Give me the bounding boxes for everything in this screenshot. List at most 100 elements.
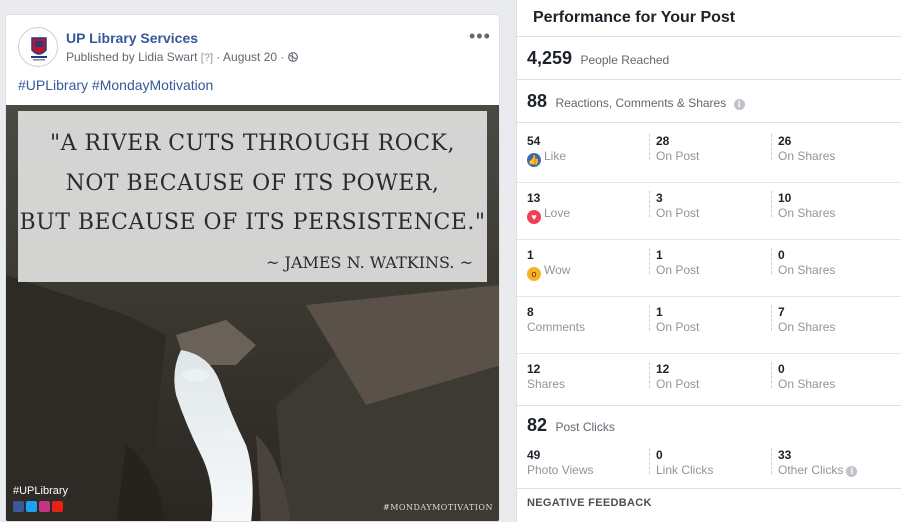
comments-on-shares-value: 7 bbox=[778, 305, 785, 319]
panel-title: Performance for Your Post bbox=[533, 9, 736, 26]
image-watermark: #MONDAYMOTIVATION bbox=[383, 503, 493, 512]
reaction-row-love: 13 ♥ Love 3 On Post 10 On Shares bbox=[517, 183, 901, 240]
twitter-icon bbox=[26, 501, 37, 512]
comments-label: Comments bbox=[527, 320, 586, 334]
comments-count: 8 bbox=[527, 305, 534, 319]
wow-total: 1 o Wow bbox=[527, 248, 570, 281]
like-label: Like bbox=[544, 149, 567, 163]
other-clicks: 33 Other Clicks i bbox=[771, 448, 858, 477]
wow-on-shares-value: 0 bbox=[778, 248, 785, 262]
people-reached-label: People Reached bbox=[580, 53, 670, 67]
crest-icon bbox=[31, 37, 47, 61]
info-icon[interactable]: i bbox=[733, 99, 745, 110]
image-hashtag: #UPLibrary bbox=[13, 485, 69, 497]
page-avatar[interactable] bbox=[18, 27, 58, 67]
performance-panel: Performance for Your Post 4,259 People R… bbox=[516, 0, 901, 522]
post-card: UP Library Services Published by Lidia S… bbox=[5, 14, 500, 522]
post-hashtags[interactable]: #UPLibrary #MondayMotivation bbox=[18, 77, 213, 93]
on-shares-label: On Shares bbox=[778, 149, 836, 163]
quote-attribution: ~ JAMES N. WATKINS. ~ bbox=[266, 253, 473, 272]
post-clicks-label: Post Clicks bbox=[555, 420, 615, 434]
link-clicks-value: 0 bbox=[656, 448, 663, 462]
love-on-shares: 10 On Shares bbox=[771, 191, 835, 220]
post-clicks-value: 82 bbox=[527, 415, 548, 435]
engagement-total: 88 Reactions, Comments & Shares i bbox=[527, 91, 745, 112]
clicks-breakdown-row: 49 Photo Views 0 Link Clicks 33 Other Cl… bbox=[517, 440, 901, 488]
love-on-post: 3 On Post bbox=[649, 191, 699, 220]
other-clicks-label: Other Clicks bbox=[778, 463, 844, 477]
like-on-shares-value: 26 bbox=[778, 134, 792, 148]
love-label: Love bbox=[544, 206, 571, 220]
meta-separator: · bbox=[216, 50, 221, 64]
divider bbox=[517, 405, 901, 406]
engagement-label: Reactions, Comments & Shares bbox=[555, 96, 727, 110]
page-name-link[interactable]: UP Library Services bbox=[66, 30, 198, 46]
social-icons bbox=[13, 501, 63, 512]
post-date[interactable]: August 20 bbox=[223, 50, 277, 64]
post-meta: Published by Lidia Swart [?] · August 20… bbox=[66, 50, 298, 64]
photo-views-label: Photo Views bbox=[527, 463, 594, 477]
love-count: 13 bbox=[527, 191, 541, 205]
meta-separator: · bbox=[280, 50, 285, 64]
love-total: 13 ♥ Love bbox=[527, 191, 570, 224]
comments-on-shares: 7 On Shares bbox=[771, 305, 835, 334]
people-reached-value: 4,259 bbox=[527, 48, 573, 68]
more-options-icon[interactable]: ••• bbox=[469, 27, 490, 45]
comments-on-post-value: 1 bbox=[656, 305, 663, 319]
wow-count: 1 bbox=[527, 248, 534, 262]
like-on-shares: 26 On Shares bbox=[771, 134, 835, 163]
like-total: 54 👍 Like bbox=[527, 134, 566, 167]
divider bbox=[517, 122, 901, 123]
post-header: UP Library Services Published by Lidia S… bbox=[18, 25, 490, 69]
like-count: 54 bbox=[527, 134, 541, 148]
shares-label: Shares bbox=[527, 377, 566, 391]
negative-feedback-heading: NEGATIVE FEEDBACK bbox=[527, 497, 652, 509]
shares-count: 12 bbox=[527, 362, 541, 376]
info-icon[interactable]: i bbox=[846, 466, 858, 477]
divider bbox=[517, 488, 901, 489]
shares-on-post: 12 On Post bbox=[649, 362, 699, 391]
on-post-label: On Post bbox=[656, 206, 700, 220]
other-clicks-value: 33 bbox=[778, 448, 792, 462]
love-on-post-value: 3 bbox=[656, 191, 663, 205]
love-icon: ♥ bbox=[527, 210, 541, 224]
engagement-value: 88 bbox=[527, 91, 548, 111]
like-on-post: 28 On Post bbox=[649, 134, 699, 163]
on-post-label: On Post bbox=[656, 320, 700, 334]
link-clicks: 0 Link Clicks bbox=[649, 448, 713, 477]
on-shares-label: On Shares bbox=[778, 206, 836, 220]
post-clicks: 82 Post Clicks bbox=[527, 415, 615, 436]
instagram-icon bbox=[39, 501, 50, 512]
shares-row: 12 Shares 12 On Post 0 On Shares bbox=[517, 354, 901, 406]
facebook-icon bbox=[13, 501, 24, 512]
on-post-label: On Post bbox=[656, 263, 700, 277]
reaction-row-like: 54 👍 Like 28 On Post 26 On Shares bbox=[517, 126, 901, 183]
on-shares-label: On Shares bbox=[778, 377, 836, 391]
on-shares-label: On Shares bbox=[778, 263, 836, 277]
link-clicks-label: Link Clicks bbox=[656, 463, 714, 477]
wow-on-post: 1 On Post bbox=[649, 248, 699, 277]
shares-on-post-value: 12 bbox=[656, 362, 670, 376]
shares-on-shares-value: 0 bbox=[778, 362, 785, 376]
comments-on-post: 1 On Post bbox=[649, 305, 699, 334]
reaction-row-wow: 1 o Wow 1 On Post 0 On Shares bbox=[517, 240, 901, 297]
divider bbox=[517, 36, 901, 37]
divider bbox=[517, 79, 901, 80]
help-marker[interactable]: [?] bbox=[201, 52, 213, 64]
like-on-post-value: 28 bbox=[656, 134, 670, 148]
quote-line: BUT BECAUSE OF ITS PERSISTENCE." bbox=[19, 210, 486, 235]
wow-label: Wow bbox=[544, 263, 571, 277]
globe-icon[interactable] bbox=[287, 52, 298, 62]
on-post-label: On Post bbox=[656, 377, 700, 391]
wow-icon: o bbox=[527, 267, 541, 281]
wow-on-shares: 0 On Shares bbox=[771, 248, 835, 277]
post-image[interactable]: "A RIVER CUTS THROUGH ROCK, NOT BECAUSE … bbox=[6, 105, 499, 521]
author-name[interactable]: Lidia Swart bbox=[138, 50, 197, 64]
shares-on-shares: 0 On Shares bbox=[771, 362, 835, 391]
like-icon: 👍 bbox=[527, 153, 541, 167]
on-shares-label: On Shares bbox=[778, 320, 836, 334]
published-prefix: Published by bbox=[66, 50, 135, 64]
shares-total: 12 Shares bbox=[527, 362, 565, 392]
quote-line: "A RIVER CUTS THROUGH ROCK, bbox=[50, 131, 455, 156]
youtube-icon bbox=[52, 501, 63, 512]
